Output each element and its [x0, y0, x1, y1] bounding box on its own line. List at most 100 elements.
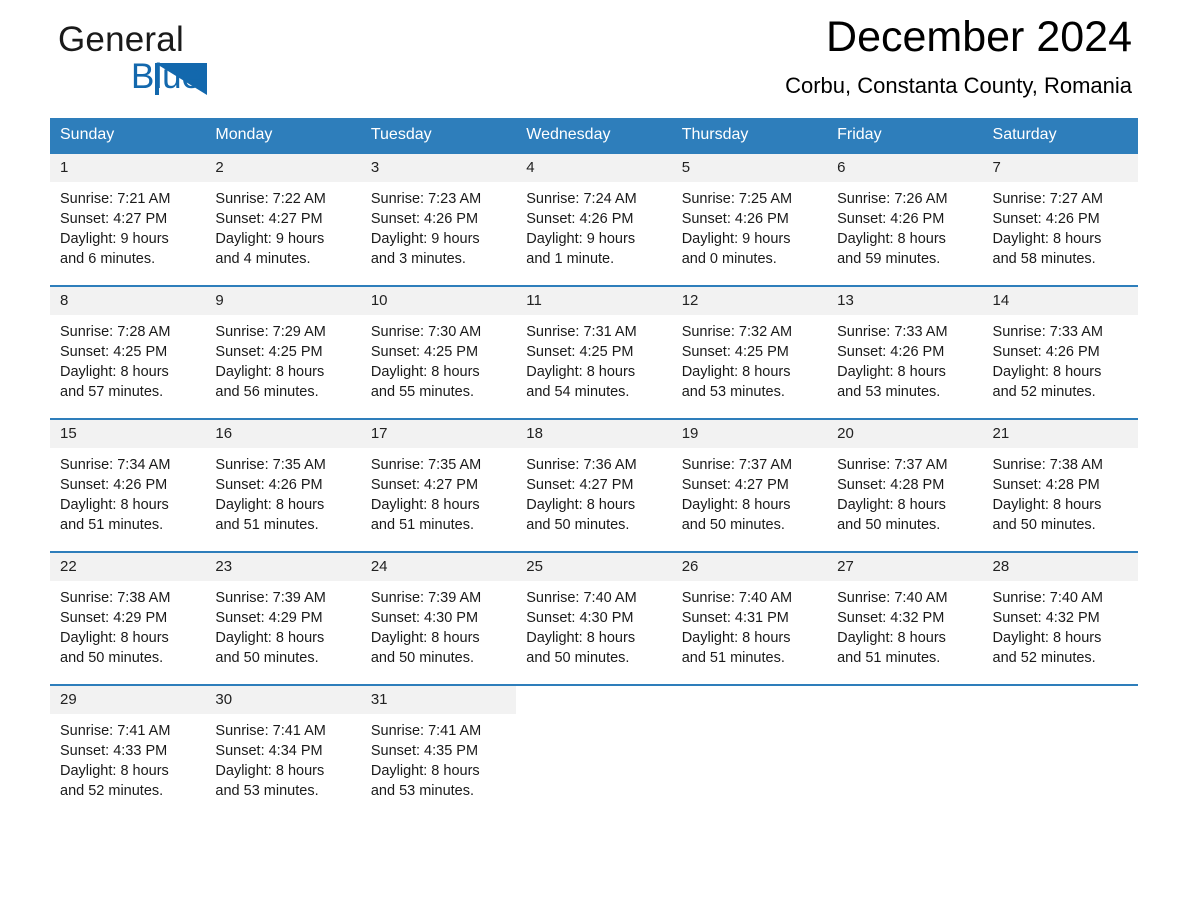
calendar-day-cell[interactable]: 24 Sunrise: 7:39 AM Sunset: 4:30 PM Dayligh…	[360, 551, 517, 685]
daylight-text-line1: Daylight: 8 hours	[370, 364, 480, 380]
calendar-day-cell[interactable]: 1 Sunrise: 7:21 AM Sunset: 4:27 PM Daylight…	[50, 152, 206, 286]
calendar-day-cell[interactable]: 14 Sunrise: 7:33 AM Sunset: 4:26 PM Dayligh…	[982, 285, 1138, 419]
day-details: Sunrise: 7:39 AM Sunset: 4:29 PM Daylight:…	[205, 581, 360, 668]
day-number-bar: 16	[205, 420, 361, 448]
calendar-day-cell[interactable]: 21 Sunrise: 7:38 AM Sunset: 4:28 PM Dayligh…	[982, 418, 1138, 552]
day-details: Sunrise: 7:30 AM Sunset: 4:25 PM Daylight:…	[361, 315, 516, 402]
daylight-text-line1: Daylight: 8 hours	[60, 497, 169, 513]
daylight-text-line1: Daylight: 8 hours	[992, 231, 1102, 247]
sunrise-text: Sunrise: 7:30 AM	[370, 324, 482, 340]
daylight-text-line2: and 54 minutes.	[526, 384, 630, 400]
sunset-text: Sunset: 4:27 PM	[60, 211, 168, 227]
calendar-day-cell[interactable]: 30 Sunrise: 7:41 AM Sunset: 4:34 PM Dayligh…	[205, 684, 361, 817]
day-number-bar: 15	[50, 420, 206, 448]
sunrise-text: Sunrise: 7:40 AM	[526, 590, 637, 606]
calendar-body: 1 Sunrise: 7:21 AM Sunset: 4:27 PM Daylight…	[50, 152, 1138, 817]
day-number-bar: 14	[982, 287, 1138, 315]
calendar-day-cell[interactable]: 20 Sunrise: 7:37 AM Sunset: 4:28 PM Dayligh…	[827, 418, 983, 552]
daylight-text-line2: and 51 minutes.	[60, 517, 164, 533]
day-number-bar: 9	[205, 287, 361, 315]
daylight-text-line2: and 55 minutes.	[370, 384, 475, 400]
calendar-day-cell[interactable]: 26 Sunrise: 7:40 AM Sunset: 4:31 PM Dayligh…	[671, 551, 828, 685]
calendar-day-cell[interactable]: 13 Sunrise: 7:33 AM Sunset: 4:26 PM Dayligh…	[827, 285, 983, 419]
calendar-day-cell[interactable]: 19 Sunrise: 7:37 AM Sunset: 4:27 PM Dayligh…	[671, 418, 828, 552]
calendar-day-cell[interactable]: 9 Sunrise: 7:29 AM Sunset: 4:25 PM Daylight…	[205, 285, 361, 419]
daylight-text-line2: and 3 minutes.	[370, 251, 466, 267]
day-details: Sunrise: 7:39 AM Sunset: 4:30 PM Daylight:…	[361, 581, 516, 668]
day-cell-inner: 6 Sunrise: 7:26 AM Sunset: 4:26 PM Daylight…	[827, 154, 983, 285]
day-number: 10	[370, 292, 388, 309]
calendar-day-cell[interactable]: 11 Sunrise: 7:31 AM Sunset: 4:25 PM Dayligh…	[516, 285, 672, 419]
sunset-text: Sunset: 4:28 PM	[837, 477, 945, 493]
day-cell-inner: 11 Sunrise: 7:31 AM Sunset: 4:25 PM Dayligh…	[516, 287, 672, 418]
daylight-text-line1: Daylight: 8 hours	[837, 364, 946, 380]
day-number-bar: 22	[50, 553, 206, 581]
day-details: Sunrise: 7:38 AM Sunset: 4:29 PM Daylight:…	[50, 581, 205, 668]
day-cell-inner: 25 Sunrise: 7:40 AM Sunset: 4:30 PM Dayligh…	[516, 553, 672, 684]
sunrise-text: Sunrise: 7:40 AM	[992, 590, 1103, 606]
calendar-day-cell[interactable]: 29 Sunrise: 7:41 AM Sunset: 4:33 PM Dayligh…	[50, 684, 206, 817]
day-cell-inner	[983, 686, 1138, 817]
calendar-day-cell[interactable]: 16 Sunrise: 7:35 AM Sunset: 4:26 PM Dayligh…	[205, 418, 361, 552]
day-number-bar: 6	[827, 154, 983, 182]
calendar-day-cell[interactable]: 8 Sunrise: 7:28 AM Sunset: 4:25 PM Daylight…	[50, 285, 206, 419]
day-details: Sunrise: 7:36 AM Sunset: 4:27 PM Daylight:…	[516, 448, 671, 535]
day-number-bar	[516, 686, 671, 714]
calendar-day-cell[interactable]: 27 Sunrise: 7:40 AM Sunset: 4:32 PM Dayligh…	[827, 551, 983, 685]
daylight-text-line1: Daylight: 8 hours	[526, 630, 636, 646]
day-cell-inner: 9 Sunrise: 7:29 AM Sunset: 4:25 PM Daylight…	[205, 287, 361, 418]
sunrise-text: Sunrise: 7:28 AM	[60, 324, 171, 340]
calendar-day-cell[interactable]: 17 Sunrise: 7:35 AM Sunset: 4:27 PM Dayligh…	[360, 418, 517, 552]
title-block: December 2024 Corbu, Constanta County, R…	[785, 10, 1132, 100]
day-details: Sunrise: 7:33 AM Sunset: 4:26 PM Daylight:…	[827, 315, 982, 402]
calendar-day-cell[interactable]: 7 Sunrise: 7:27 AM Sunset: 4:26 PM Daylight…	[982, 152, 1138, 286]
calendar-day-cell[interactable]: 22 Sunrise: 7:38 AM Sunset: 4:29 PM Dayligh…	[50, 551, 206, 685]
calendar-day-cell[interactable]: 4 Sunrise: 7:24 AM Sunset: 4:26 PM Daylight…	[516, 152, 672, 286]
calendar-day-cell[interactable]: 31 Sunrise: 7:41 AM Sunset: 4:35 PM Dayligh…	[360, 684, 517, 817]
calendar-day-cell[interactable]: 28 Sunrise: 7:40 AM Sunset: 4:32 PM Dayligh…	[982, 551, 1138, 685]
day-number: 14	[992, 292, 1010, 309]
day-number: 27	[837, 558, 854, 575]
daylight-text-line2: and 52 minutes.	[992, 384, 1096, 400]
calendar-day-cell[interactable]: 23 Sunrise: 7:39 AM Sunset: 4:29 PM Dayligh…	[205, 551, 361, 685]
day-number-bar: 21	[982, 420, 1138, 448]
calendar-week-row: 29 Sunrise: 7:41 AM Sunset: 4:33 PM Dayligh…	[50, 684, 1138, 817]
calendar-day-cell[interactable]: 5 Sunrise: 7:25 AM Sunset: 4:26 PM Daylight…	[671, 152, 828, 286]
daylight-text-line2: and 50 minutes.	[992, 517, 1096, 533]
weekday-header-wednesday: Wednesday	[516, 118, 672, 153]
daylight-text-line2: and 52 minutes.	[60, 783, 164, 799]
day-cell-inner: 24 Sunrise: 7:39 AM Sunset: 4:30 PM Dayligh…	[360, 553, 517, 684]
day-details: Sunrise: 7:41 AM Sunset: 4:35 PM Daylight:…	[361, 714, 516, 801]
calendar-day-cell[interactable]: 6 Sunrise: 7:26 AM Sunset: 4:26 PM Daylight…	[827, 152, 983, 286]
day-number-bar: 23	[205, 553, 361, 581]
day-number: 1	[60, 159, 69, 176]
day-number-bar: 27	[827, 553, 983, 581]
day-number-bar: 5	[671, 154, 828, 182]
weekday-header-tuesday: Tuesday	[360, 118, 517, 153]
day-number-bar: 11	[516, 287, 672, 315]
general-blue-logo[interactable]: General Blue	[58, 18, 258, 100]
sunset-text: Sunset: 4:28 PM	[992, 477, 1100, 493]
sunrise-text: Sunrise: 7:38 AM	[60, 590, 171, 606]
weekday-header-sunday: Sunday	[50, 118, 206, 153]
sunrise-text: Sunrise: 7:25 AM	[681, 191, 793, 207]
daylight-text-line1: Daylight: 8 hours	[526, 364, 636, 380]
calendar-day-cell[interactable]: 15 Sunrise: 7:34 AM Sunset: 4:26 PM Dayligh…	[50, 418, 206, 552]
day-cell-inner: 21 Sunrise: 7:38 AM Sunset: 4:28 PM Dayligh…	[982, 420, 1138, 551]
day-number: 29	[60, 691, 77, 708]
day-cell-inner: 4 Sunrise: 7:24 AM Sunset: 4:26 PM Daylight…	[516, 154, 672, 285]
daylight-text-line1: Daylight: 9 hours	[60, 231, 169, 247]
day-details: Sunrise: 7:40 AM Sunset: 4:31 PM Daylight:…	[672, 581, 827, 668]
calendar-day-cell[interactable]: 25 Sunrise: 7:40 AM Sunset: 4:30 PM Dayligh…	[516, 551, 672, 685]
day-number-bar: 19	[671, 420, 828, 448]
daylight-text-line2: and 51 minutes.	[837, 650, 941, 666]
calendar-day-cell[interactable]: 18 Sunrise: 7:36 AM Sunset: 4:27 PM Dayligh…	[516, 418, 672, 552]
calendar-day-cell[interactable]: 12 Sunrise: 7:32 AM Sunset: 4:25 PM Dayligh…	[671, 285, 828, 419]
calendar-day-cell[interactable]: 2 Sunrise: 7:22 AM Sunset: 4:27 PM Daylight…	[205, 152, 361, 286]
day-number: 31	[370, 691, 388, 708]
calendar-day-cell[interactable]: 10 Sunrise: 7:30 AM Sunset: 4:25 PM Dayligh…	[360, 285, 517, 419]
sunset-text: Sunset: 4:34 PM	[215, 743, 323, 759]
day-number-bar: 7	[982, 154, 1138, 182]
calendar-day-cell[interactable]: 3 Sunrise: 7:23 AM Sunset: 4:26 PM Daylight…	[360, 152, 517, 286]
sunrise-text: Sunrise: 7:23 AM	[370, 191, 482, 207]
